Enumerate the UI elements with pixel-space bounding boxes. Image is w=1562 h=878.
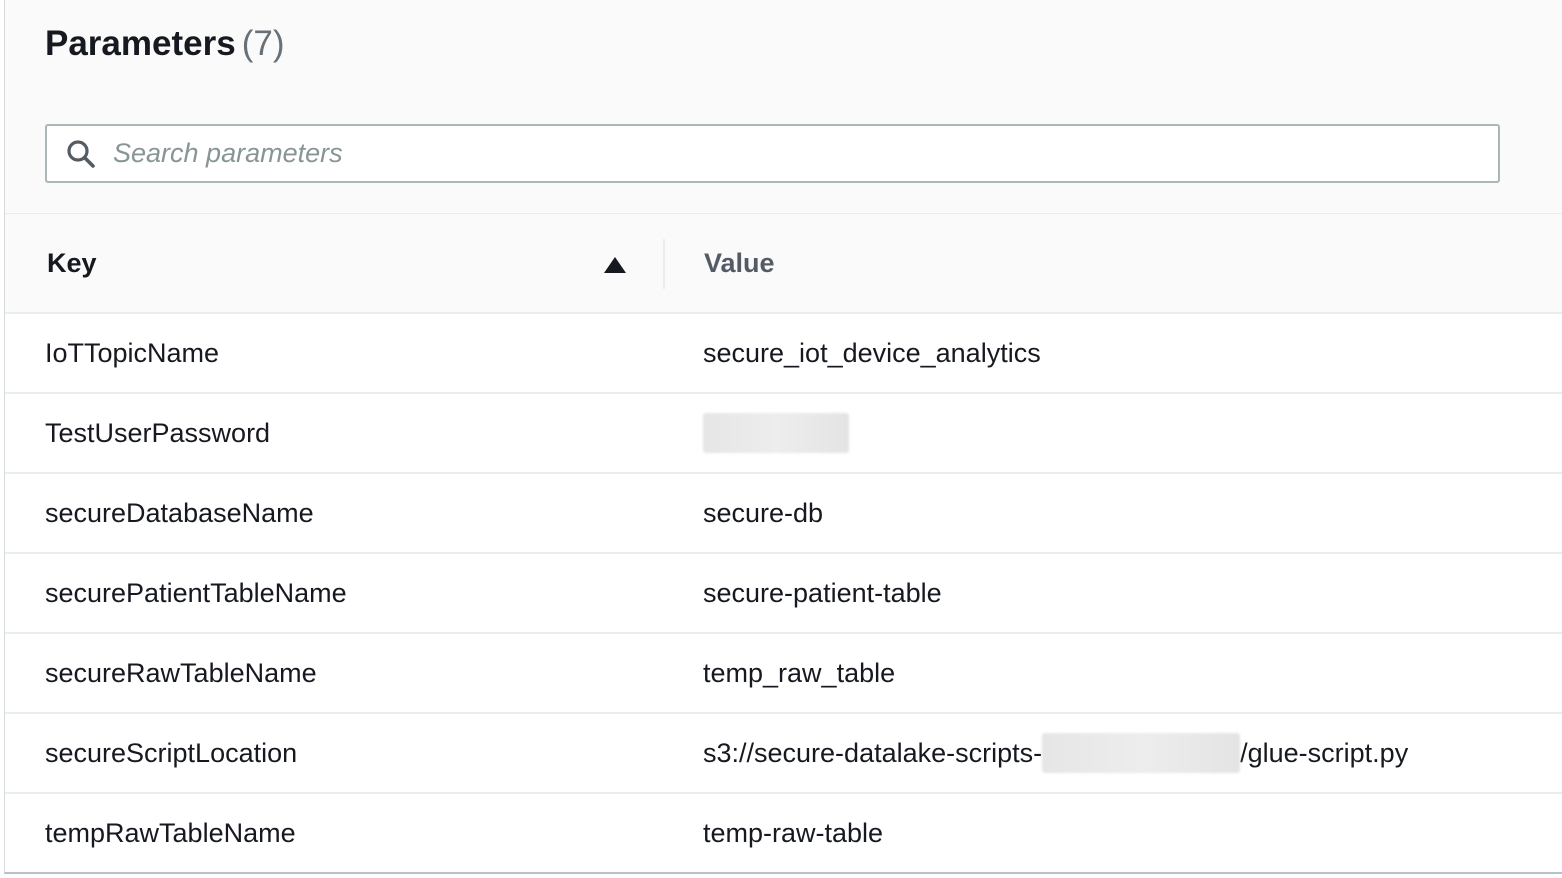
panel-header: Parameters(7) Key Value bbox=[5, 0, 1562, 313]
page-title: Parameters (7) bbox=[45, 24, 284, 64]
value-cell: temp_raw_table bbox=[703, 657, 896, 688]
key-cell: secureScriptLocation bbox=[45, 737, 298, 768]
sort-ascending-icon[interactable] bbox=[603, 256, 627, 274]
parameter-count: (7) bbox=[241, 24, 285, 63]
parameters-table-body: IoTTopicName secure_iot_device_analytics… bbox=[5, 314, 1562, 872]
table-row: TestUserPassword bbox=[5, 394, 1562, 474]
table-row: securePatientTableName secure-patient-ta… bbox=[5, 554, 1562, 634]
column-header-key-label: Key bbox=[47, 248, 97, 278]
column-separator[interactable] bbox=[663, 239, 665, 289]
table-row: secureScriptLocation s3://secure-datalak… bbox=[5, 714, 1562, 794]
value-cell: temp-raw-table bbox=[703, 817, 884, 848]
search-input[interactable] bbox=[113, 126, 1483, 181]
search-icon bbox=[67, 140, 95, 168]
value-cell: secure_iot_device_analytics bbox=[703, 337, 1041, 368]
key-cell: IoTTopicName bbox=[45, 337, 220, 368]
value-cell: secure-db bbox=[703, 497, 824, 528]
value-cell-redacted bbox=[703, 394, 849, 472]
key-cell: secureDatabaseName bbox=[45, 497, 314, 528]
table-row: IoTTopicName secure_iot_device_analytics bbox=[5, 314, 1562, 394]
key-cell: tempRawTableName bbox=[45, 817, 296, 848]
table-row: secureDatabaseName secure-db bbox=[5, 474, 1562, 554]
value-cell: s3://secure-datalake-scripts- /glue-scrip… bbox=[703, 714, 1408, 792]
value-prefix: s3://secure-datalake-scripts- bbox=[703, 737, 1043, 768]
search-box[interactable] bbox=[45, 124, 1500, 183]
parameters-panel: Parameters(7) Key Value IoTTopicName sec… bbox=[4, 0, 1562, 874]
column-header-value[interactable]: Value bbox=[704, 214, 1504, 313]
value-suffix: /glue-script.py bbox=[1240, 737, 1409, 768]
table-row: tempRawTableName temp-raw-table bbox=[5, 794, 1562, 872]
key-cell: securePatientTableName bbox=[45, 577, 347, 608]
redacted-value bbox=[703, 413, 849, 453]
key-cell: secureRawTableName bbox=[45, 657, 317, 688]
column-header-value-label: Value bbox=[704, 248, 775, 278]
redacted-value bbox=[1042, 733, 1241, 773]
column-header-key[interactable]: Key bbox=[47, 214, 627, 313]
value-cell: secure-patient-table bbox=[703, 577, 942, 608]
title-text: Parameters bbox=[45, 24, 236, 63]
key-cell: TestUserPassword bbox=[45, 417, 271, 448]
table-row: secureRawTableName temp_raw_table bbox=[5, 634, 1562, 714]
